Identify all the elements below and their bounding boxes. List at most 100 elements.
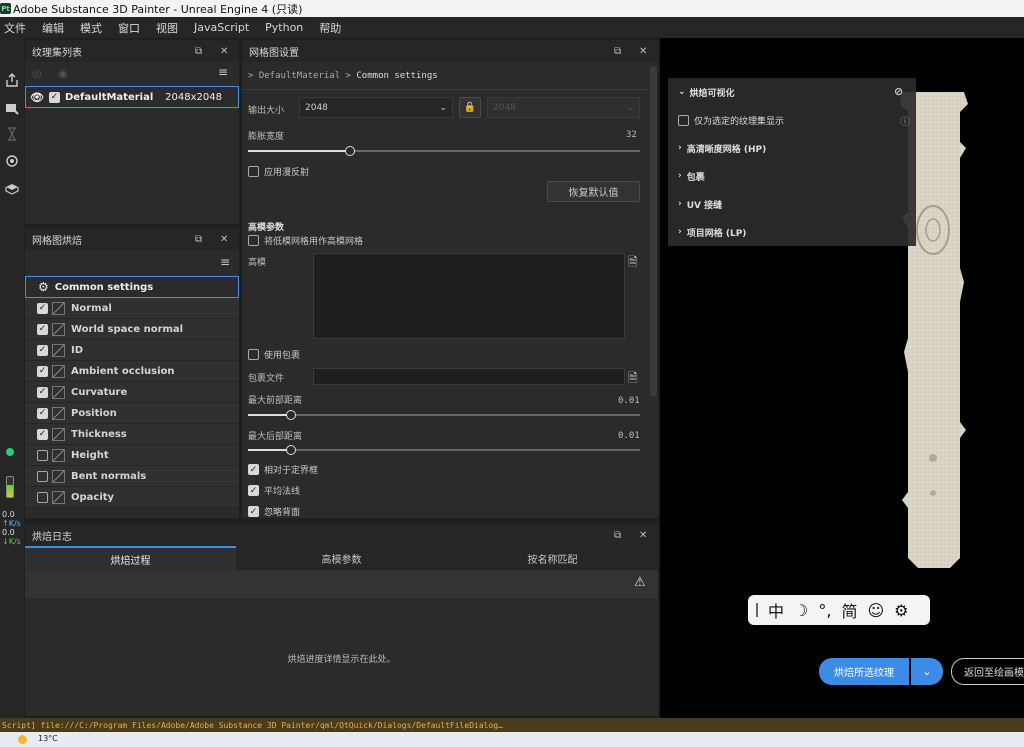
max-rear-slider[interactable] (248, 449, 640, 451)
relative-bbox-option[interactable]: ✓ 相对于定界框 (248, 463, 318, 476)
list-menu-icon[interactable]: ≡ (218, 65, 228, 79)
file-icon[interactable]: 🗎 (628, 369, 638, 390)
bake-map-row[interactable]: ✓ Position (25, 403, 239, 424)
apply-diffusion-checkbox[interactable] (248, 166, 259, 177)
ime-emoji-icon[interactable]: ☺ (867, 601, 884, 620)
max-front-slider[interactable] (248, 414, 640, 416)
bake-map-row[interactable]: ✓ Thickness (25, 424, 239, 445)
menu-window[interactable]: 窗口 (110, 20, 148, 36)
file-icon[interactable]: 🗎 (628, 253, 638, 274)
ime-simplified[interactable]: 简 (841, 598, 857, 622)
ime-settings-icon[interactable]: ⚙ (894, 601, 908, 620)
use-lowpoly-option[interactable]: 将低模网格用作高模网格 (248, 234, 363, 247)
bake-map-row[interactable]: ✓ Normal (25, 298, 239, 319)
viz-item-uv-seams[interactable]: › UV 接缝 (668, 190, 916, 218)
output-size-select[interactable]: 2048 ⌄ (299, 97, 453, 118)
ime-drag-handle[interactable] (756, 603, 758, 617)
texture-set-item[interactable]: 👁 ✓ DefaultMaterial 2048x2048 (25, 86, 239, 108)
apply-diffusion-option[interactable]: 应用漫反射 (248, 165, 309, 178)
bake-map-row[interactable]: ✓ World space normal (25, 319, 239, 340)
map-checkbox[interactable]: ✓ (37, 407, 48, 419)
close-icon[interactable]: ✕ (220, 234, 228, 245)
bake-map-row[interactable]: ✓ ID (25, 340, 239, 361)
only-selected-option[interactable]: 仅为选定的纹理集显示 ⓘ (668, 106, 916, 134)
eye-off-icon[interactable]: ◎ (32, 67, 42, 80)
export-icon[interactable] (4, 72, 20, 88)
bake-tool-icon[interactable] (4, 100, 20, 116)
close-icon[interactable]: ✕ (639, 530, 647, 541)
menu-file[interactable]: 文件 (0, 20, 34, 36)
max-rear-slider-handle[interactable] (286, 445, 297, 455)
average-normals-checkbox[interactable]: ✓ (248, 485, 259, 496)
map-checkbox[interactable] (37, 491, 48, 503)
ime-chinese-mode[interactable]: 中 (768, 598, 784, 622)
dilation-slider-handle[interactable] (344, 146, 355, 156)
use-cage-option[interactable]: 使用包裹 (248, 348, 300, 361)
bake-visualization-header[interactable]: ⌄ 烘焙可视化 ⊘ (668, 78, 916, 106)
bake-options-dropdown[interactable]: ⌄ (911, 658, 943, 685)
ignore-backface-option[interactable]: ✓ 忽略背面 (248, 505, 300, 518)
ignore-backface-checkbox[interactable]: ✓ (248, 506, 259, 517)
dilation-slider[interactable] (248, 150, 640, 152)
viz-item-highpoly[interactable]: › 高清晰度网格 (HP) (668, 134, 916, 162)
hourglass-icon[interactable] (4, 126, 20, 142)
bake-map-row[interactable]: ✓ Curvature (25, 382, 239, 403)
relative-bbox-checkbox[interactable]: ✓ (248, 464, 259, 475)
tab-bake-process[interactable]: 烘焙过程 (25, 546, 236, 570)
tab-match-by-name[interactable]: 按名称匹配 (447, 546, 658, 570)
menu-edit[interactable]: 编辑 (34, 20, 72, 36)
close-icon[interactable]: ✕ (220, 46, 228, 57)
eye-off-icon[interactable]: ⊘ (894, 85, 903, 98)
bake-map-row[interactable]: Bent normals (25, 466, 239, 487)
weather-icon[interactable] (18, 735, 27, 744)
cage-file-input[interactable] (313, 368, 625, 385)
material-checkbox[interactable]: ✓ (48, 91, 60, 103)
breadcrumb-root[interactable]: DefaultMaterial (259, 71, 340, 81)
menu-python[interactable]: Python (257, 21, 311, 34)
menu-view[interactable]: 视图 (148, 20, 186, 36)
average-normals-option[interactable]: ✓ 平均法线 (248, 484, 300, 497)
use-cage-checkbox[interactable] (248, 349, 259, 360)
map-checkbox[interactable]: ✓ (37, 386, 48, 398)
viz-item-lowpoly[interactable]: › 项目网格 (LP) (668, 218, 916, 246)
camera-icon[interactable] (4, 153, 20, 169)
common-settings-item[interactable]: ⚙ Common settings (25, 276, 239, 298)
map-checkbox[interactable]: ✓ (37, 428, 48, 440)
map-checkbox[interactable]: ✓ (37, 323, 48, 335)
close-icon[interactable]: ✕ (639, 46, 647, 57)
map-checkbox[interactable] (37, 449, 48, 461)
max-front-slider-handle[interactable] (286, 410, 297, 420)
viz-item-cage[interactable]: › 包裹 (668, 162, 916, 190)
menu-help[interactable]: 帮助 (311, 20, 349, 36)
bake-map-row[interactable]: ✓ Ambient occlusion (25, 361, 239, 382)
warning-icon[interactable]: ⚠ (634, 575, 646, 590)
map-checkbox[interactable]: ✓ (37, 302, 48, 314)
bake-selected-button[interactable]: 烘焙所选纹理 (819, 658, 909, 685)
menu-javascript[interactable]: JavaScript (186, 21, 257, 34)
bake-map-row[interactable]: Height (25, 445, 239, 466)
eye-icon[interactable]: ◉ (58, 67, 68, 80)
list-menu-icon[interactable]: ≡ (220, 255, 230, 269)
map-checkbox[interactable]: ✓ (37, 365, 48, 377)
display-settings-icon[interactable] (4, 181, 20, 197)
settings-scrollbar[interactable] (650, 66, 657, 396)
highpoly-mesh-list[interactable] (313, 253, 625, 339)
3d-viewport[interactable]: ⌄ 烘焙可视化 ⊘ 仅为选定的纹理集显示 ⓘ › 高清晰度网格 (HP) › 包裹 … (660, 38, 1024, 718)
ime-moon-icon[interactable]: ☽ (794, 601, 808, 620)
float-icon[interactable]: ⧉ (614, 530, 621, 541)
use-lowpoly-checkbox[interactable] (248, 235, 259, 246)
tab-highpoly-params[interactable]: 高模参数 (236, 546, 447, 570)
map-checkbox[interactable]: ✓ (37, 344, 48, 356)
float-icon[interactable]: ⧉ (614, 46, 621, 57)
float-icon[interactable]: ⧉ (195, 46, 202, 57)
return-to-paint-button[interactable]: 返回至绘画模 (951, 658, 1024, 685)
only-selected-checkbox[interactable] (678, 114, 689, 126)
bake-map-row[interactable]: Opacity (25, 487, 239, 508)
menu-mode[interactable]: 模式 (72, 20, 110, 36)
float-icon[interactable]: ⧉ (195, 234, 202, 245)
visibility-eye-icon[interactable]: 👁 (30, 91, 44, 104)
map-checkbox[interactable] (37, 470, 48, 482)
reset-defaults-button[interactable]: 恢复默认值 (547, 181, 640, 202)
ime-punctuation[interactable]: °, (818, 601, 831, 620)
lock-button[interactable]: 🔒 (459, 97, 481, 118)
